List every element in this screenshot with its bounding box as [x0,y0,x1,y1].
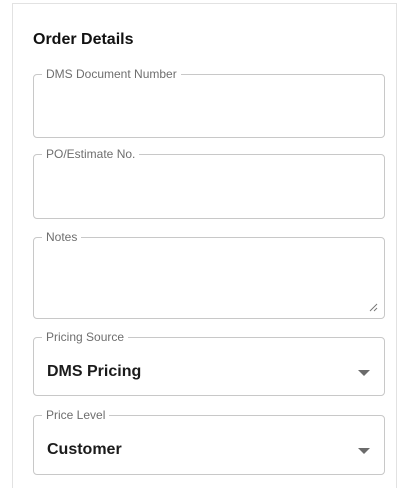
notes-textarea[interactable]: Notes [33,231,385,319]
price-level-select[interactable]: Price Level Customer [33,409,385,475]
section-title: Order Details [33,31,134,48]
price-level-value: Customer [47,441,122,458]
po-estimate-label: PO/Estimate No. [46,147,136,161]
notes-label: Notes [46,230,78,244]
chevron-down-icon[interactable] [358,448,370,454]
price-level-label: Price Level [46,408,106,422]
resize-grip-icon[interactable] [368,302,378,312]
dms-document-number-label: DMS Document Number [46,67,177,81]
pricing-source-select[interactable]: Pricing Source DMS Pricing [33,331,385,396]
pricing-source-label: Pricing Source [46,330,125,344]
pricing-source-value: DMS Pricing [47,363,142,380]
order-details-panel: Order Details DMS Document Number PO/Est… [12,3,397,488]
po-estimate-field[interactable]: PO/Estimate No. [33,148,385,219]
dms-document-number-field[interactable]: DMS Document Number [33,68,385,138]
chevron-down-icon[interactable] [358,370,370,376]
